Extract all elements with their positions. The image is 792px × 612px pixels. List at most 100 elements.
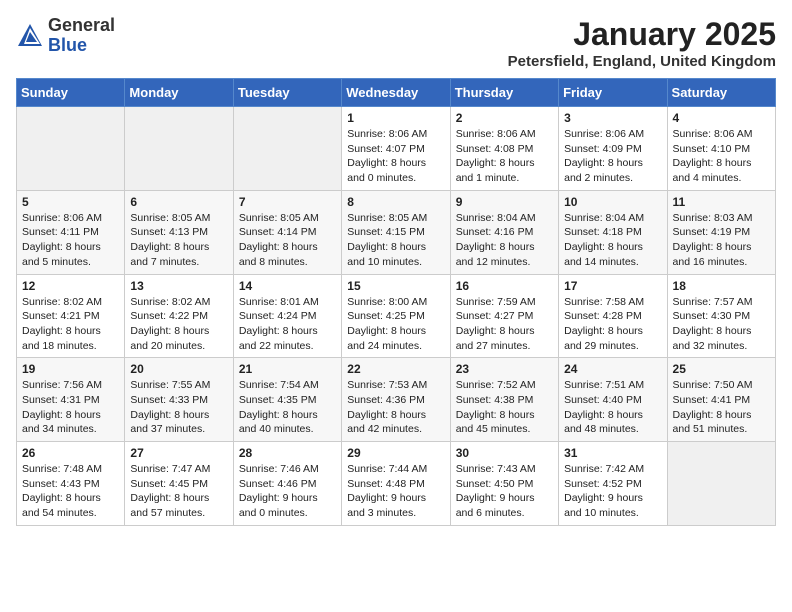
logo-icon <box>16 22 44 50</box>
cell-content: Sunrise: 8:04 AM Sunset: 4:18 PM Dayligh… <box>564 211 661 270</box>
cell-content: Sunrise: 7:52 AM Sunset: 4:38 PM Dayligh… <box>456 378 553 437</box>
calendar-week-3: 12Sunrise: 8:02 AM Sunset: 4:21 PM Dayli… <box>17 274 776 358</box>
cell-content: Sunrise: 7:48 AM Sunset: 4:43 PM Dayligh… <box>22 462 119 521</box>
cell-content: Sunrise: 8:02 AM Sunset: 4:22 PM Dayligh… <box>130 295 227 354</box>
cell-content: Sunrise: 7:50 AM Sunset: 4:41 PM Dayligh… <box>673 378 770 437</box>
day-number: 9 <box>456 195 553 209</box>
calendar-week-1: 1 Sunrise: 8:06 AM Sunset: 4:07 PM Daylig… <box>17 107 776 191</box>
calendar-week-4: 19 Sunrise: 7:56 AM Sunset: 4:31 PM Dayli… <box>17 358 776 442</box>
calendar-cell: 1 Sunrise: 8:06 AM Sunset: 4:07 PM Daylig… <box>342 107 450 191</box>
calendar-week-2: 5 Sunrise: 8:06 AM Sunset: 4:11 PM Daylig… <box>17 190 776 274</box>
calendar-cell: 23 Sunrise: 7:52 AM Sunset: 4:38 PM Dayli… <box>450 358 558 442</box>
weekday-header-row: SundayMondayTuesdayWednesdayThursdayFrid… <box>17 79 776 107</box>
cell-content: Sunrise: 8:05 AM Sunset: 4:15 PM Dayligh… <box>347 211 444 270</box>
cell-content: Sunrise: 8:04 AM Sunset: 4:16 PM Dayligh… <box>456 211 553 270</box>
day-number: 19 <box>22 362 119 376</box>
calendar-cell: 4Sunrise: 8:06 AM Sunset: 4:10 PM Daylig… <box>667 107 775 191</box>
cell-content: Sunrise: 7:56 AM Sunset: 4:31 PM Dayligh… <box>22 378 119 437</box>
cell-content: Sunrise: 7:51 AM Sunset: 4:40 PM Dayligh… <box>564 378 661 437</box>
page-header: General Blue January 2025 Petersfield, E… <box>16 16 776 70</box>
calendar-cell: 25Sunrise: 7:50 AM Sunset: 4:41 PM Dayli… <box>667 358 775 442</box>
weekday-header-friday: Friday <box>559 79 667 107</box>
cell-content: Sunrise: 7:59 AM Sunset: 4:27 PM Dayligh… <box>456 295 553 354</box>
day-number: 28 <box>239 446 336 460</box>
cell-content: Sunrise: 7:43 AM Sunset: 4:50 PM Dayligh… <box>456 462 553 521</box>
day-number: 31 <box>564 446 661 460</box>
day-number: 2 <box>456 111 553 125</box>
day-number: 3 <box>564 111 661 125</box>
day-number: 30 <box>456 446 553 460</box>
day-number: 5 <box>22 195 119 209</box>
calendar-cell: 14 Sunrise: 8:01 AM Sunset: 4:24 PM Dayli… <box>233 274 341 358</box>
cell-content: Sunrise: 8:05 AM Sunset: 4:13 PM Dayligh… <box>130 211 227 270</box>
calendar-cell: 21Sunrise: 7:54 AM Sunset: 4:35 PM Dayli… <box>233 358 341 442</box>
calendar-cell: 28Sunrise: 7:46 AM Sunset: 4:46 PM Dayli… <box>233 442 341 526</box>
day-number: 23 <box>456 362 553 376</box>
cell-content: Sunrise: 7:58 AM Sunset: 4:28 PM Dayligh… <box>564 295 661 354</box>
calendar-cell: 17 Sunrise: 7:58 AM Sunset: 4:28 PM Dayli… <box>559 274 667 358</box>
calendar-cell: 2Sunrise: 8:06 AM Sunset: 4:08 PM Daylig… <box>450 107 558 191</box>
day-number: 1 <box>347 111 444 125</box>
calendar-cell <box>17 107 125 191</box>
cell-content: Sunrise: 7:47 AM Sunset: 4:45 PM Dayligh… <box>130 462 227 521</box>
cell-content: Sunrise: 7:53 AM Sunset: 4:36 PM Dayligh… <box>347 378 444 437</box>
cell-content: Sunrise: 8:05 AM Sunset: 4:14 PM Dayligh… <box>239 211 336 270</box>
day-number: 13 <box>130 279 227 293</box>
day-number: 20 <box>130 362 227 376</box>
cell-content: Sunrise: 7:54 AM Sunset: 4:35 PM Dayligh… <box>239 378 336 437</box>
cell-content: Sunrise: 8:06 AM Sunset: 4:07 PM Dayligh… <box>347 127 444 186</box>
cell-content: Sunrise: 8:06 AM Sunset: 4:11 PM Dayligh… <box>22 211 119 270</box>
calendar-cell: 22 Sunrise: 7:53 AM Sunset: 4:36 PM Dayli… <box>342 358 450 442</box>
day-number: 6 <box>130 195 227 209</box>
day-number: 4 <box>673 111 770 125</box>
calendar-cell: 8Sunrise: 8:05 AM Sunset: 4:15 PM Daylig… <box>342 190 450 274</box>
day-number: 22 <box>347 362 444 376</box>
calendar-cell: 26 Sunrise: 7:48 AM Sunset: 4:43 PM Dayli… <box>17 442 125 526</box>
calendar-cell: 13 Sunrise: 8:02 AM Sunset: 4:22 PM Dayli… <box>125 274 233 358</box>
cell-content: Sunrise: 8:01 AM Sunset: 4:24 PM Dayligh… <box>239 295 336 354</box>
day-number: 7 <box>239 195 336 209</box>
day-number: 27 <box>130 446 227 460</box>
weekday-header-sunday: Sunday <box>17 79 125 107</box>
calendar-cell: 30 Sunrise: 7:43 AM Sunset: 4:50 PM Dayli… <box>450 442 558 526</box>
calendar-cell: 19 Sunrise: 7:56 AM Sunset: 4:31 PM Dayli… <box>17 358 125 442</box>
cell-content: Sunrise: 8:03 AM Sunset: 4:19 PM Dayligh… <box>673 211 770 270</box>
weekday-header-wednesday: Wednesday <box>342 79 450 107</box>
calendar-cell <box>233 107 341 191</box>
logo: General Blue <box>16 16 115 56</box>
weekday-header-thursday: Thursday <box>450 79 558 107</box>
cell-content: Sunrise: 8:06 AM Sunset: 4:09 PM Dayligh… <box>564 127 661 186</box>
cell-content: Sunrise: 7:42 AM Sunset: 4:52 PM Dayligh… <box>564 462 661 521</box>
day-number: 12 <box>22 279 119 293</box>
title-block: January 2025 Petersfield, England, Unite… <box>508 16 776 70</box>
calendar-cell: 24Sunrise: 7:51 AM Sunset: 4:40 PM Dayli… <box>559 358 667 442</box>
calendar-cell <box>667 442 775 526</box>
cell-content: Sunrise: 8:00 AM Sunset: 4:25 PM Dayligh… <box>347 295 444 354</box>
day-number: 17 <box>564 279 661 293</box>
calendar-cell: 6 Sunrise: 8:05 AM Sunset: 4:13 PM Daylig… <box>125 190 233 274</box>
day-number: 14 <box>239 279 336 293</box>
calendar-cell: 27 Sunrise: 7:47 AM Sunset: 4:45 PM Dayli… <box>125 442 233 526</box>
day-number: 26 <box>22 446 119 460</box>
calendar-cell: 31 Sunrise: 7:42 AM Sunset: 4:52 PM Dayli… <box>559 442 667 526</box>
day-number: 16 <box>456 279 553 293</box>
calendar-cell: 7 Sunrise: 8:05 AM Sunset: 4:14 PM Daylig… <box>233 190 341 274</box>
day-number: 15 <box>347 279 444 293</box>
calendar-cell: 16 Sunrise: 7:59 AM Sunset: 4:27 PM Dayli… <box>450 274 558 358</box>
calendar-cell: 10Sunrise: 8:04 AM Sunset: 4:18 PM Dayli… <box>559 190 667 274</box>
calendar-week-5: 26 Sunrise: 7:48 AM Sunset: 4:43 PM Dayli… <box>17 442 776 526</box>
calendar-cell: 18Sunrise: 7:57 AM Sunset: 4:30 PM Dayli… <box>667 274 775 358</box>
weekday-header-saturday: Saturday <box>667 79 775 107</box>
weekday-header-monday: Monday <box>125 79 233 107</box>
logo-general-text: General <box>48 15 115 35</box>
logo-blue-text: Blue <box>48 35 87 55</box>
calendar-cell: 11 Sunrise: 8:03 AM Sunset: 4:19 PM Dayli… <box>667 190 775 274</box>
day-number: 11 <box>673 195 770 209</box>
calendar-cell: 29Sunrise: 7:44 AM Sunset: 4:48 PM Dayli… <box>342 442 450 526</box>
calendar-cell: 3 Sunrise: 8:06 AM Sunset: 4:09 PM Daylig… <box>559 107 667 191</box>
calendar-cell: 12Sunrise: 8:02 AM Sunset: 4:21 PM Dayli… <box>17 274 125 358</box>
cell-content: Sunrise: 7:44 AM Sunset: 4:48 PM Dayligh… <box>347 462 444 521</box>
calendar-cell <box>125 107 233 191</box>
calendar-cell: 9 Sunrise: 8:04 AM Sunset: 4:16 PM Daylig… <box>450 190 558 274</box>
weekday-header-tuesday: Tuesday <box>233 79 341 107</box>
